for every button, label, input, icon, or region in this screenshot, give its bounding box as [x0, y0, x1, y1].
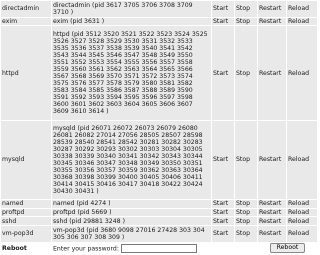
service-name: exim	[1, 17, 51, 26]
reboot-row: Reboot Enter your password: Reboot	[1, 242, 317, 254]
service-status: httpd (pid 3512 3520 3521 3522 3523 3524…	[52, 26, 211, 120]
service-row-proftpd: proftpd proftpd (pid 5669 ) Start Stop R…	[1, 208, 317, 217]
restart-link[interactable]: Restart	[259, 5, 281, 12]
start-link[interactable]: Start	[213, 18, 228, 25]
reload-link[interactable]: Reload	[288, 5, 309, 12]
service-row-directadmin: directadmin directadmin (pid 3617 3705 3…	[1, 1, 317, 17]
restart-link[interactable]: Restart	[259, 18, 281, 25]
service-row-mysqld: mysqld mysqld (pid 26071 26072 26073 260…	[1, 120, 317, 199]
start-link[interactable]: Start	[213, 200, 228, 207]
service-status: mysqld (pid 26071 26072 26073 26079 2608…	[52, 120, 211, 199]
service-name: mysqld	[1, 120, 51, 199]
service-row-httpd: httpd httpd (pid 3512 3520 3521 3522 352…	[1, 26, 317, 120]
service-name: httpd	[1, 26, 51, 120]
stop-link[interactable]: Stop	[236, 18, 250, 25]
password-input[interactable]	[120, 243, 197, 253]
service-name: directadmin	[1, 1, 51, 17]
restart-link[interactable]: Restart	[259, 230, 281, 237]
restart-link[interactable]: Restart	[259, 200, 281, 207]
service-status: vm-pop3d (pid 3680 9098 27016 27428 303 …	[52, 226, 211, 242]
stop-link[interactable]: Stop	[236, 156, 250, 163]
restart-link[interactable]: Restart	[259, 156, 281, 163]
service-row-exim: exim exim (pid 3631 ) Start Stop Restart…	[1, 17, 317, 26]
service-status: named (pid 4274 )	[52, 199, 211, 208]
stop-link[interactable]: Stop	[236, 209, 250, 216]
service-status: proftpd (pid 5669 )	[52, 208, 211, 217]
restart-link[interactable]: Restart	[259, 209, 281, 216]
stop-link[interactable]: Stop	[236, 70, 250, 77]
service-status: directadmin (pid 3617 3705 3706 3708 370…	[52, 1, 211, 17]
restart-link[interactable]: Restart	[259, 218, 281, 225]
service-name: proftpd	[1, 208, 51, 217]
password-prompt: Enter your password:	[53, 245, 119, 253]
reboot-button[interactable]: Reboot	[269, 243, 306, 254]
start-link[interactable]: Start	[213, 218, 228, 225]
stop-link[interactable]: Stop	[236, 230, 250, 237]
service-name: vm-pop3d	[1, 226, 51, 242]
reload-link[interactable]: Reload	[288, 200, 309, 207]
service-name: named	[1, 199, 51, 208]
stop-link[interactable]: Stop	[236, 200, 250, 207]
reload-link[interactable]: Reload	[288, 18, 309, 25]
start-link[interactable]: Start	[213, 5, 228, 12]
service-status: exim (pid 3631 )	[52, 17, 211, 26]
start-link[interactable]: Start	[213, 209, 228, 216]
services-table: directadmin directadmin (pid 3617 3705 3…	[0, 0, 318, 255]
service-name: sshd	[1, 217, 51, 226]
start-link[interactable]: Start	[213, 70, 228, 77]
reload-link[interactable]: Reload	[288, 70, 309, 77]
stop-link[interactable]: Stop	[236, 218, 250, 225]
reload-link[interactable]: Reload	[288, 218, 309, 225]
reload-link[interactable]: Reload	[288, 230, 309, 237]
service-status: sshd (pid 29881 3248 )	[52, 217, 211, 226]
reboot-label: Reboot	[2, 244, 27, 252]
reload-link[interactable]: Reload	[288, 156, 309, 163]
restart-link[interactable]: Restart	[259, 70, 281, 77]
service-row-sshd: sshd sshd (pid 29881 3248 ) Start Stop R…	[1, 217, 317, 226]
start-link[interactable]: Start	[213, 156, 228, 163]
reload-link[interactable]: Reload	[288, 209, 309, 216]
service-row-vm-pop3d: vm-pop3d vm-pop3d (pid 3680 9098 27016 2…	[1, 226, 317, 242]
start-link[interactable]: Start	[213, 230, 228, 237]
service-row-named: named named (pid 4274 ) Start Stop Resta…	[1, 199, 317, 208]
stop-link[interactable]: Stop	[236, 5, 250, 12]
